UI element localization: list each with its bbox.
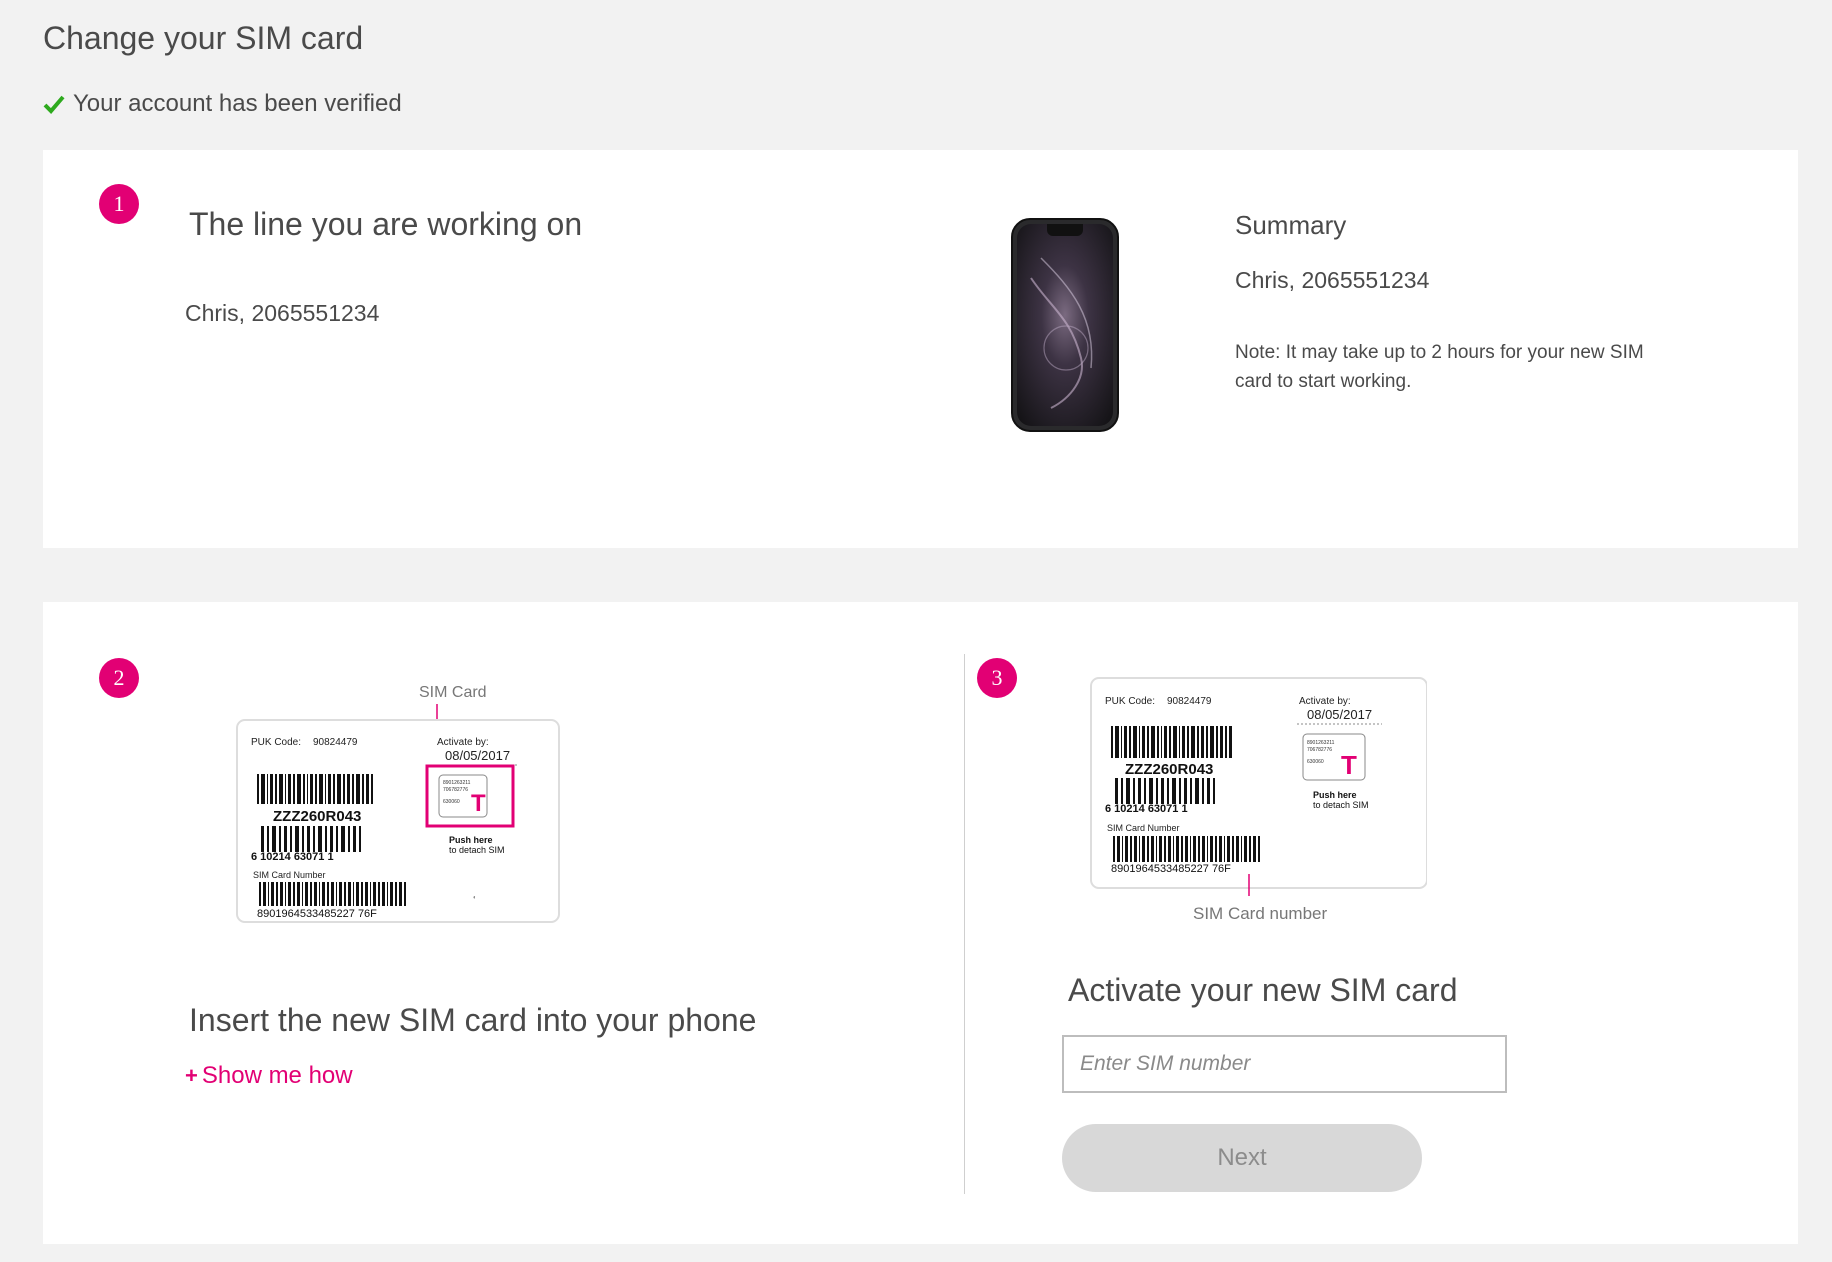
svg-text:08/05/2017: 08/05/2017: [445, 748, 510, 763]
svg-text:Push here: Push here: [449, 835, 493, 845]
svg-text:to detach SIM: to detach SIM: [1313, 800, 1369, 810]
next-button[interactable]: Next: [1062, 1124, 1422, 1192]
line-card: 1 The line you are working on Chris, 206…: [43, 150, 1798, 548]
section-divider: [964, 654, 965, 1194]
svg-text:706782776: 706782776: [1307, 747, 1332, 753]
svg-text:Activate by:: Activate by:: [1299, 696, 1351, 707]
svg-text:PUK Code:: PUK Code:: [1105, 696, 1155, 707]
svg-text:8901964533485227 76F: 8901964533485227 76F: [1111, 863, 1231, 875]
svg-text:8901964533485227 76F: 8901964533485227 76F: [257, 908, 377, 920]
step-1-badge: 1: [99, 184, 139, 224]
svg-text:SIM Card Number: SIM Card Number: [1107, 823, 1180, 833]
svg-text:90824479: 90824479: [1167, 696, 1212, 707]
sim-card-image-insert: SIM Card PUK Code: 90824479 Activate by:…: [236, 684, 560, 923]
svg-text:Activate by:: Activate by:: [437, 737, 489, 748]
summary-line: Chris, 2065551234: [1235, 267, 1430, 293]
svg-text:ZZZ260R043: ZZZ260R043: [1125, 761, 1213, 778]
phone-image: [1011, 218, 1119, 432]
svg-text:630060: 630060: [1307, 759, 1324, 765]
svg-text:T: T: [471, 790, 486, 817]
svg-text:6 10214 63071 1: 6 10214 63071 1: [251, 851, 334, 863]
svg-text:90824479: 90824479: [313, 737, 358, 748]
sim-card-number-callout: SIM Card number: [1193, 904, 1327, 923]
line-heading: The line you are working on: [189, 206, 583, 242]
show-me-how-label: Show me how: [201, 1062, 353, 1089]
plus-icon: +: [185, 1063, 198, 1088]
page-title: Change your SIM card: [43, 20, 364, 56]
svg-text:◐: ◐: [473, 895, 477, 901]
svg-text:ZZZ260R043: ZZZ260R043: [273, 808, 361, 825]
line-value: Chris, 2065551234: [185, 300, 380, 326]
summary-heading: Summary: [1235, 210, 1347, 240]
insert-heading: Insert the new SIM card into your phone: [189, 1002, 757, 1038]
sim-card-callout: SIM Card: [419, 684, 487, 701]
svg-text:8901263211: 8901263211: [443, 780, 471, 786]
sim-card-image-activate: PUK Code: 90824479 Activate by: 08/05/20…: [1090, 677, 1427, 923]
step-3-badge: 3: [977, 658, 1017, 698]
activate-heading: Activate your new SIM card: [1068, 972, 1458, 1008]
svg-text:6 10214 63071 1: 6 10214 63071 1: [1105, 803, 1188, 815]
sim-card-steps: 2 SIM Card PUK Code: 90824479 Activate b…: [43, 602, 1798, 1244]
svg-text:706782776: 706782776: [443, 787, 468, 793]
svg-text:08/05/2017: 08/05/2017: [1307, 707, 1372, 722]
svg-text:PUK Code:: PUK Code:: [251, 737, 301, 748]
svg-text:8901263211: 8901263211: [1307, 740, 1335, 746]
summary-note: Note: It may take up to 2 hours for your…: [1235, 342, 1644, 392]
sim-number-input[interactable]: [1062, 1035, 1507, 1093]
show-me-how-link[interactable]: + Show me how: [185, 1062, 353, 1090]
step-2-badge: 2: [99, 658, 139, 698]
verification-text: Your account has been verified: [73, 90, 402, 117]
svg-text:SIM Card Number: SIM Card Number: [253, 870, 326, 880]
svg-text:630060: 630060: [443, 799, 460, 805]
svg-text:to detach SIM: to detach SIM: [449, 845, 505, 855]
verification-status: Your account has been verified: [43, 90, 402, 118]
svg-text:Push here: Push here: [1313, 790, 1357, 800]
svg-text:T: T: [1341, 750, 1357, 780]
checkmark-icon: [43, 95, 65, 114]
